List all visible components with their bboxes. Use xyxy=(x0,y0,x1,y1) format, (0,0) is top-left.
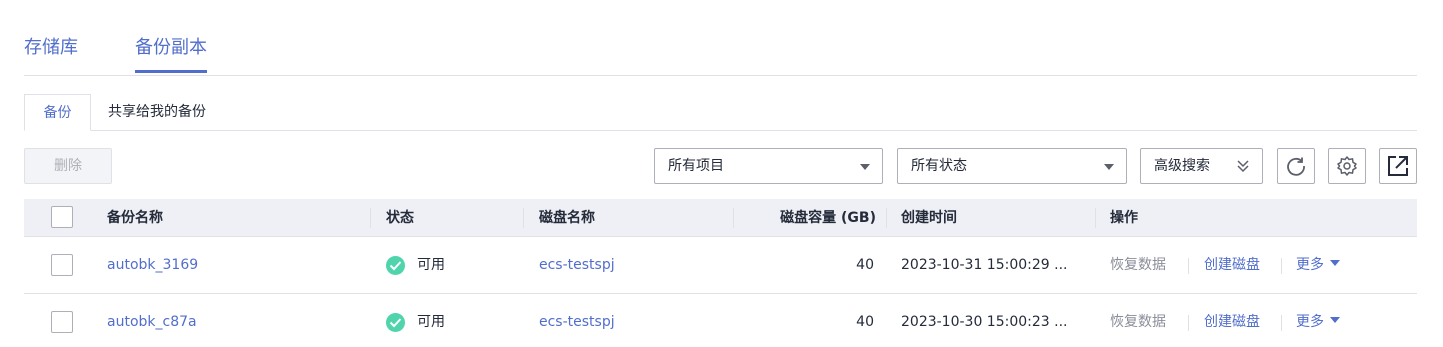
sub-tab-bar: 备份 共享给我的备份 xyxy=(24,94,1417,131)
tab-shared-with-me[interactable]: 共享给我的备份 xyxy=(92,94,222,131)
column-divider xyxy=(886,208,887,228)
header-disk-capacity[interactable]: 磁盘容量 (GB) xyxy=(780,199,876,237)
advanced-search-button[interactable]: 高级搜索 xyxy=(1140,148,1263,184)
more-actions-dropdown[interactable]: 更多 xyxy=(1296,294,1340,347)
create-disk-action[interactable]: 创建磁盘 xyxy=(1204,237,1260,294)
backup-name-link[interactable]: autobk_3169 xyxy=(107,237,198,294)
table-header: 备份名称 状态 磁盘名称 磁盘容量 (GB) 创建时间 操作 xyxy=(24,199,1417,237)
header-actions: 操作 xyxy=(1110,210,1138,226)
double-chevron-down-icon xyxy=(1237,160,1249,173)
header-backup-name[interactable]: 备份名称 xyxy=(107,199,163,237)
disk-capacity: 40 xyxy=(856,314,874,330)
column-divider xyxy=(1095,208,1096,228)
status-available-icon xyxy=(386,313,405,332)
column-divider xyxy=(733,208,734,228)
status-select-value: 所有状态 xyxy=(911,158,967,174)
export-icon xyxy=(1388,156,1408,176)
advanced-search-label: 高级搜索 xyxy=(1154,158,1210,174)
project-select[interactable]: 所有项目 xyxy=(654,148,883,184)
select-all-checkbox[interactable] xyxy=(51,206,73,228)
status-text: 可用 xyxy=(417,257,445,273)
caret-down-icon xyxy=(1330,260,1340,266)
status-select[interactable]: 所有状态 xyxy=(897,148,1127,184)
settings-button[interactable] xyxy=(1328,148,1366,184)
create-disk-action[interactable]: 创建磁盘 xyxy=(1204,294,1260,347)
row-checkbox[interactable] xyxy=(51,311,73,333)
action-divider xyxy=(1188,258,1189,274)
export-button[interactable] xyxy=(1379,148,1417,184)
action-divider xyxy=(1281,315,1282,331)
action-divider xyxy=(1281,258,1282,274)
created-time: 2023-10-30 15:00:23 ... xyxy=(901,314,1068,330)
tab-backups[interactable]: 备份 xyxy=(24,94,91,131)
gear-icon xyxy=(1337,156,1357,176)
header-status[interactable]: 状态 xyxy=(386,199,414,237)
refresh-button[interactable] xyxy=(1277,148,1315,184)
table-row: autobk_3169 可用 ecs-testspj 40 2023-10-31… xyxy=(24,237,1417,294)
backup-name-link[interactable]: autobk_c87a xyxy=(107,294,197,347)
row-checkbox[interactable] xyxy=(51,254,73,276)
refresh-icon xyxy=(1287,157,1305,176)
status-available-icon xyxy=(386,256,405,275)
action-divider xyxy=(1188,315,1189,331)
disk-name-link[interactable]: ecs-testspj xyxy=(539,237,615,294)
more-actions-dropdown[interactable]: 更多 xyxy=(1296,237,1340,294)
table-row: autobk_c87a 可用 ecs-testspj 40 2023-10-30… xyxy=(24,294,1417,347)
status-text: 可用 xyxy=(417,314,445,330)
more-label: 更多 xyxy=(1296,314,1324,330)
restore-data-action[interactable]: 恢复数据 xyxy=(1110,294,1166,347)
caret-down-icon xyxy=(860,164,870,170)
header-disk-name[interactable]: 磁盘名称 xyxy=(539,199,595,237)
tab-vaults[interactable]: 存储库 xyxy=(24,36,78,60)
caret-down-icon xyxy=(1330,317,1340,323)
created-time: 2023-10-31 15:00:29 ... xyxy=(901,257,1068,273)
header-created-time[interactable]: 创建时间 xyxy=(901,199,957,237)
caret-down-icon xyxy=(1104,164,1114,170)
disk-capacity: 40 xyxy=(856,257,874,273)
tab-backup-copies[interactable]: 备份副本 xyxy=(135,36,207,73)
delete-button[interactable]: 删除 xyxy=(24,148,112,184)
column-divider xyxy=(523,208,524,228)
top-tab-bar: 存储库 备份副本 xyxy=(24,0,1417,76)
more-label: 更多 xyxy=(1296,257,1324,273)
restore-data-action[interactable]: 恢复数据 xyxy=(1110,237,1166,294)
disk-name-link[interactable]: ecs-testspj xyxy=(539,294,615,347)
project-select-value: 所有项目 xyxy=(668,158,724,174)
column-divider xyxy=(370,208,371,228)
